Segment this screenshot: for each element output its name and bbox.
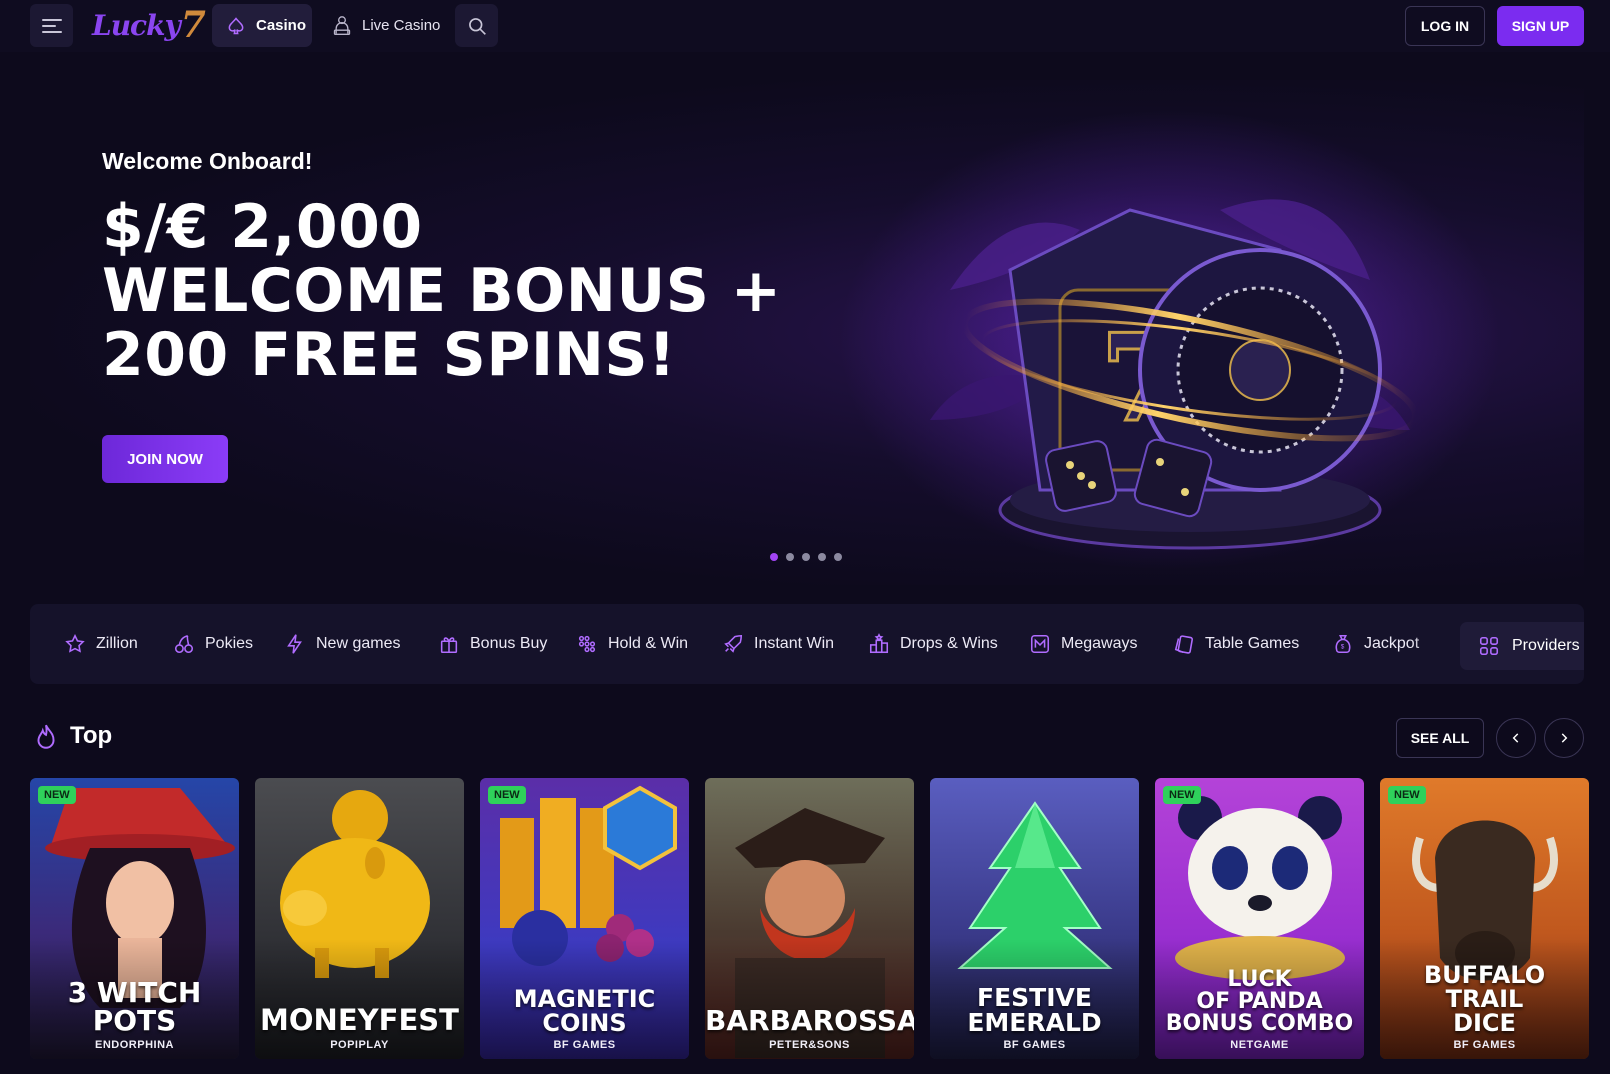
category-label: Bonus Buy — [470, 635, 548, 652]
new-badge: NEW — [488, 786, 526, 804]
game-provider: POPIPLAY — [330, 1039, 389, 1051]
category-megaways[interactable]: Megaways — [1029, 604, 1137, 684]
svg-text:$: $ — [1341, 644, 1345, 651]
nav-tab-casino[interactable]: Casino — [212, 4, 312, 47]
nav-tab-live-casino[interactable]: Live Casino — [332, 4, 440, 47]
logo-text: Lucky — [92, 8, 181, 42]
category-hold-and-win[interactable]: Hold & Win — [576, 604, 688, 684]
game-card[interactable]: NEW LUCK OF PANDA BONUS COMBO NETGAME — [1155, 778, 1364, 1059]
login-button[interactable]: LOG IN — [1405, 6, 1485, 46]
game-provider: BF GAMES — [1003, 1039, 1066, 1051]
chevron-right-icon — [1561, 733, 1568, 743]
game-card[interactable]: BARBAROSSA PETER&SONS — [705, 778, 914, 1059]
hero-dot-1[interactable] — [770, 553, 778, 561]
top-header: Lucky 7 Casino Live Casino LOG IN SIGN UP — [0, 0, 1610, 52]
nav-tab-label: Casino — [256, 17, 307, 34]
flame-icon — [37, 724, 55, 749]
new-badge: NEW — [1388, 786, 1426, 804]
search-button[interactable] — [455, 4, 498, 47]
hero-dot-5[interactable] — [834, 553, 842, 561]
game-provider: PETER&SONS — [769, 1039, 850, 1051]
game-card[interactable]: MONEYFEST POPIPLAY — [255, 778, 464, 1059]
signup-button[interactable]: SIGN UP — [1497, 6, 1584, 46]
category-label: Zillion — [96, 635, 138, 652]
game-title: 3 WITCH POTS — [67, 976, 202, 1037]
search-icon — [468, 17, 486, 35]
section-title: Top — [70, 722, 113, 749]
game-provider: BF GAMES — [553, 1039, 616, 1051]
slot-machine-illustration: 7 — [840, 110, 1500, 570]
category-label: Megaways — [1061, 635, 1138, 652]
join-now-button[interactable]: JOIN NOW — [102, 435, 228, 483]
category-label: Hold & Win — [608, 635, 689, 652]
new-badge: NEW — [38, 786, 76, 804]
providers-button[interactable]: Providers — [1460, 622, 1584, 670]
gift-icon — [440, 637, 458, 654]
category-label: Instant Win — [754, 635, 835, 652]
game-title: BARBAROSSA — [705, 1004, 914, 1037]
category-zillion[interactable]: Zillion — [64, 604, 138, 684]
game-card[interactable]: NEW 3 WITCH POTS ENDORPHINA — [30, 778, 239, 1059]
game-card[interactable]: NEW BUFFALO TRAIL DICE BF GAMES — [1380, 778, 1589, 1059]
hero-pagination — [770, 553, 842, 561]
moneybag-icon: $ — [1335, 634, 1351, 654]
category-instant-win[interactable]: Instant Win — [722, 604, 834, 684]
new-badge: NEW — [1163, 786, 1201, 804]
category-fade — [1410, 604, 1460, 684]
hero-banner[interactable]: Welcome Onboard! $/€ 2,000 WELCOME BONUS… — [30, 80, 1584, 585]
rocket-icon — [724, 634, 743, 653]
grid-dots-icon — [578, 635, 596, 653]
game-card[interactable]: NEW MAGNETIC COINS BF GAMES — [480, 778, 689, 1059]
menu-button[interactable] — [30, 4, 73, 47]
category-pokies[interactable]: Pokies — [173, 604, 253, 684]
category-new-games[interactable]: New games — [284, 604, 400, 684]
site-logo[interactable]: Lucky 7 — [92, 4, 206, 46]
category-label: Drops & Wins — [900, 635, 998, 652]
category-drops-and-wins[interactable]: Drops & Wins — [868, 604, 998, 684]
podium-icon — [869, 633, 889, 654]
game-card[interactable]: FESTIVE EMERALD BF GAMES — [930, 778, 1139, 1059]
game-title: LUCK OF PANDA BONUS COMBO — [1165, 967, 1354, 1036]
category-bonus-buy[interactable]: Bonus Buy — [438, 604, 547, 684]
dealer-icon — [333, 15, 351, 35]
game-provider: BF GAMES — [1453, 1039, 1516, 1051]
category-label: Pokies — [205, 635, 254, 652]
star-icon — [65, 633, 85, 653]
hero-kicker: Welcome Onboard! — [102, 148, 313, 174]
game-title: MONEYFEST — [260, 1003, 459, 1037]
hero-dot-2[interactable] — [786, 553, 794, 561]
cards-icon — [1174, 635, 1193, 654]
see-all-button[interactable]: SEE ALL — [1396, 718, 1484, 758]
category-label: New games — [316, 635, 401, 652]
hero-dot-4[interactable] — [818, 553, 826, 561]
category-label: Table Games — [1205, 635, 1300, 652]
providers-label: Providers — [1512, 637, 1580, 654]
game-title: FESTIVE EMERALD — [967, 983, 1102, 1037]
logo-mark: 7 — [180, 4, 206, 46]
game-title: MAGNETIC COINS — [513, 985, 656, 1037]
next-button[interactable] — [1544, 718, 1584, 758]
chevron-left-icon — [1512, 733, 1519, 743]
lightning-icon — [287, 634, 302, 654]
prev-button[interactable] — [1496, 718, 1536, 758]
grid-icon — [1479, 636, 1499, 656]
hero-title: $/€ 2,000 WELCOME BONUS + 200 FREE SPINS… — [102, 192, 782, 390]
category-bar: Zillion Pokies New games Bonus Buy Hold … — [30, 604, 1584, 684]
cherries-icon — [174, 634, 194, 654]
nav-tab-label: Live Casino — [362, 17, 441, 34]
game-provider: ENDORPHINA — [95, 1039, 174, 1051]
hamburger-icon — [41, 18, 62, 33]
game-provider: NETGAME — [1230, 1039, 1289, 1051]
category-table-games[interactable]: Table Games — [1173, 604, 1299, 684]
megaways-icon — [1030, 634, 1050, 654]
spade-icon — [228, 16, 244, 34]
category-jackpot[interactable]: $ Jackpot — [1332, 604, 1419, 684]
hero-dot-3[interactable] — [802, 553, 810, 561]
game-title: BUFFALO TRAIL DICE — [1423, 961, 1546, 1037]
